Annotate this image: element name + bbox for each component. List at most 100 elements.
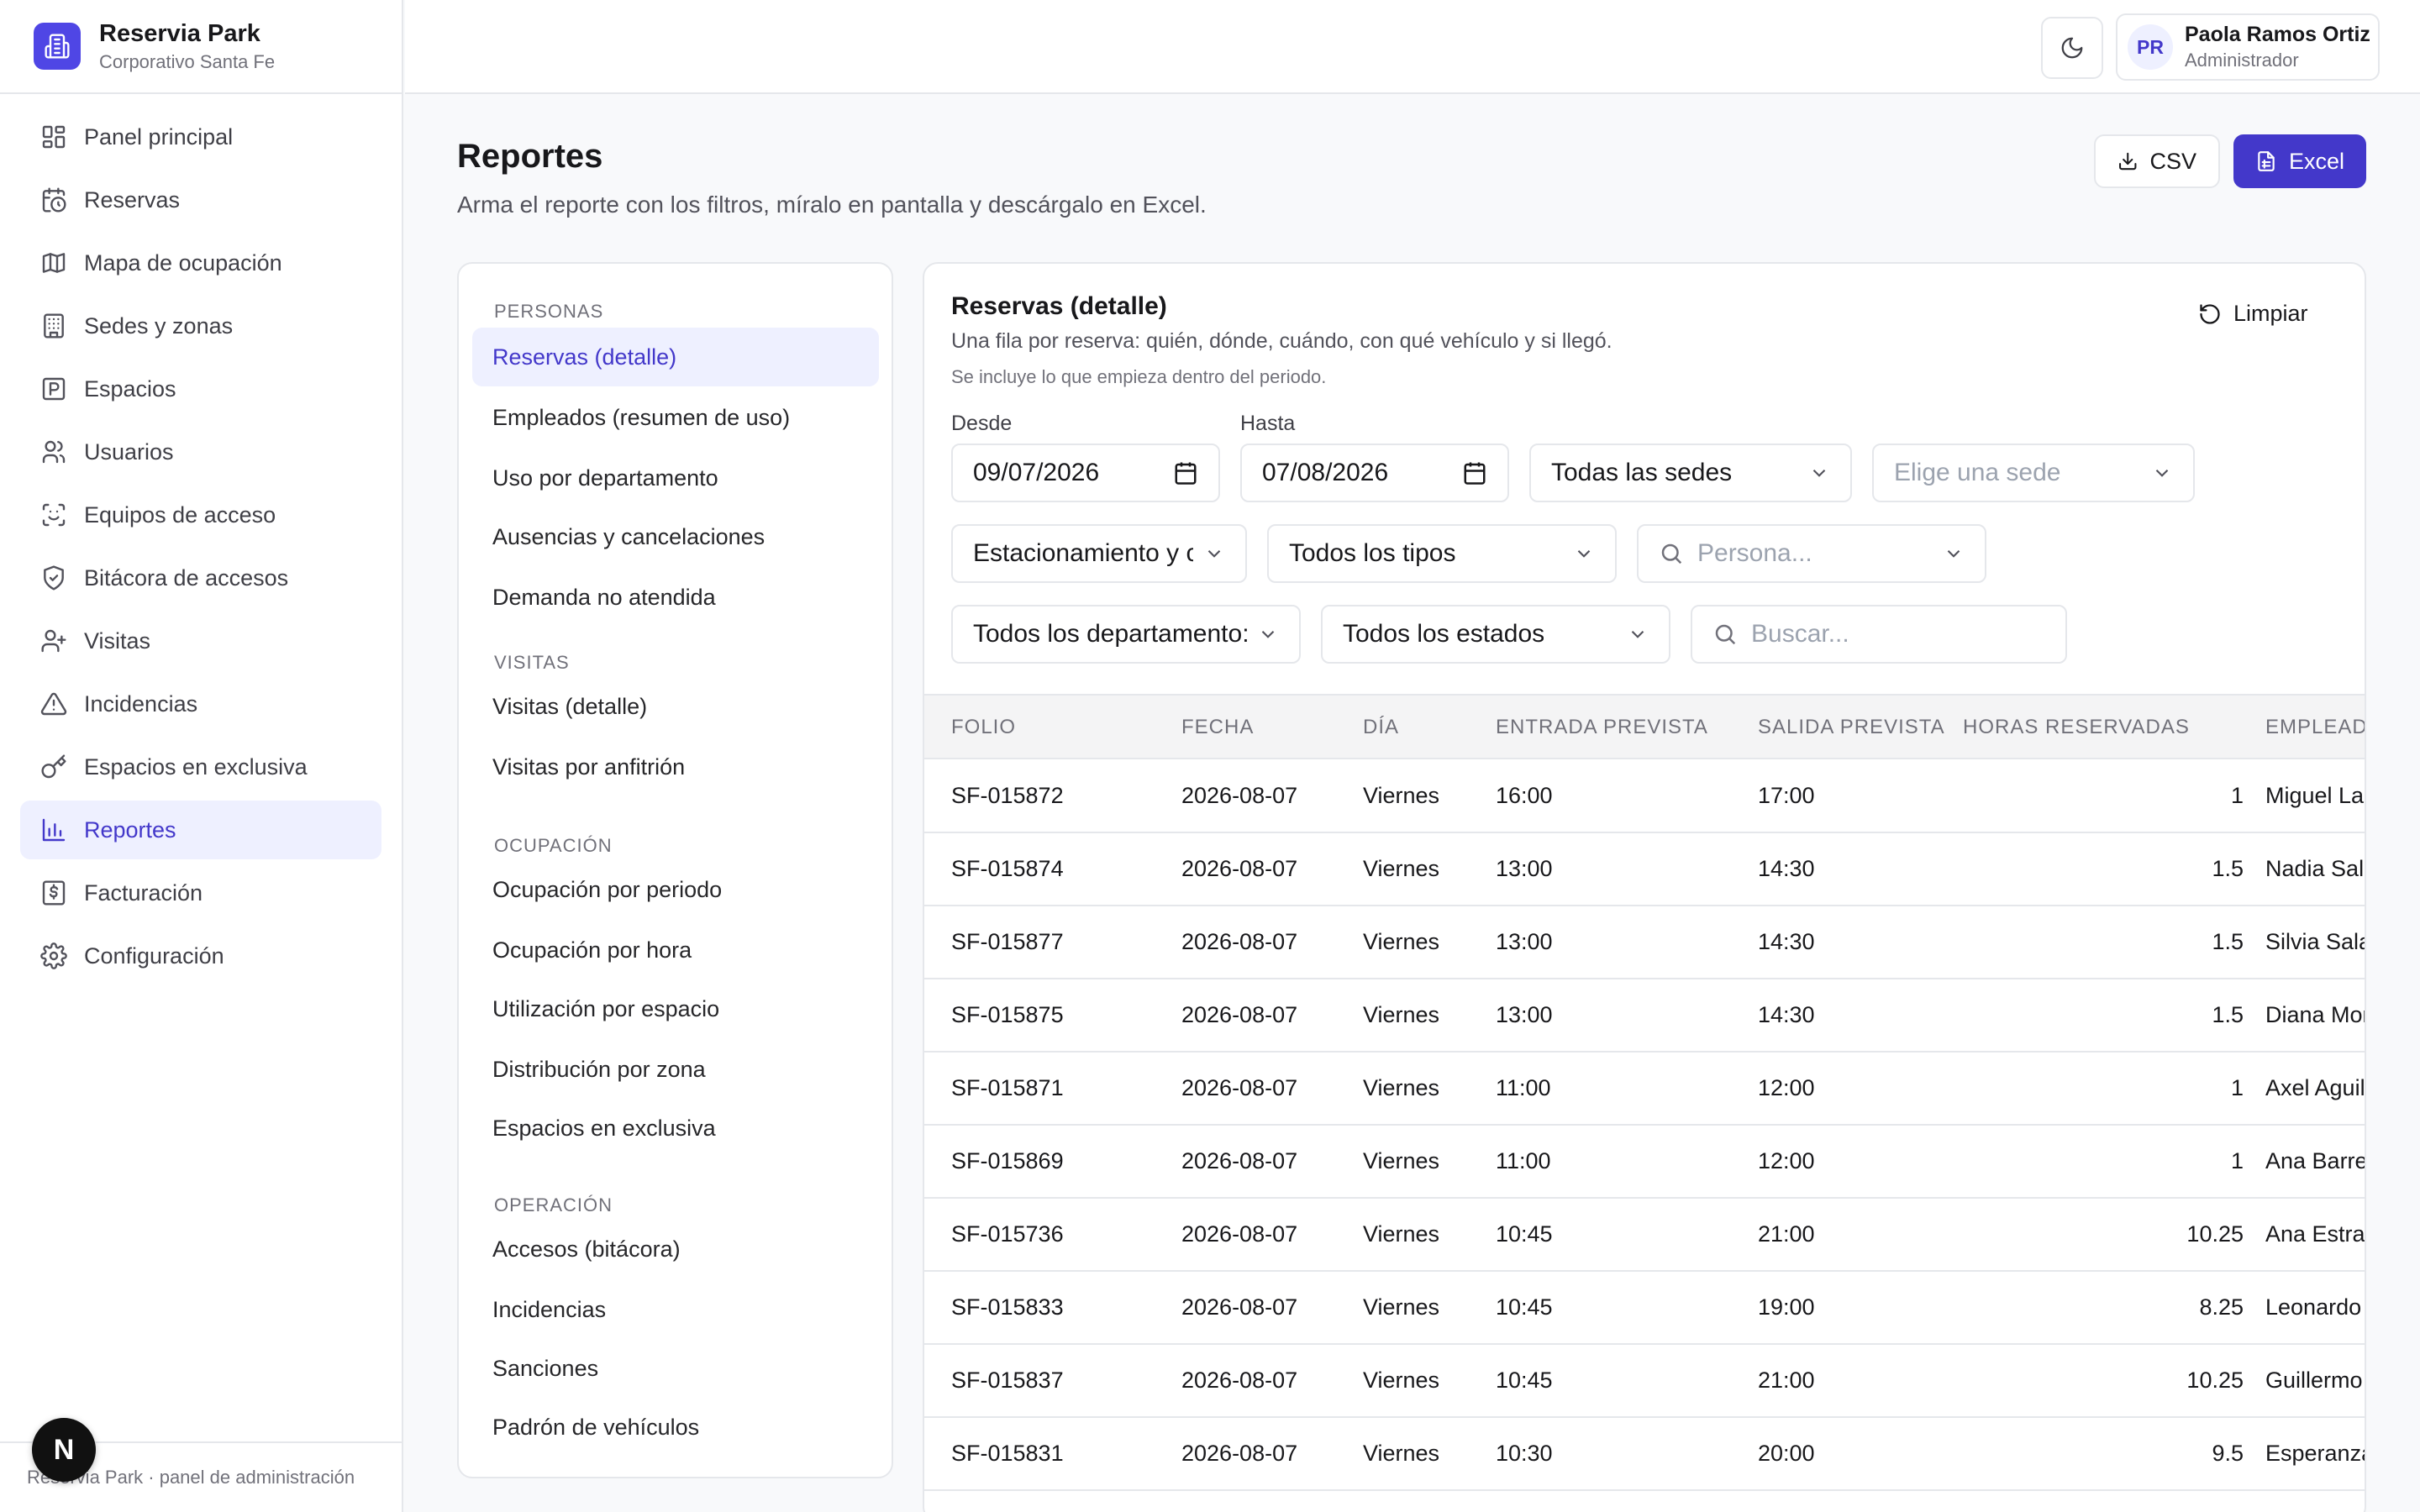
report-item[interactable]: Accesos (bitácora) xyxy=(472,1220,879,1278)
sidebar-item-espacios[interactable]: Espacios xyxy=(20,360,381,418)
report-item[interactable]: Reservas (detalle) xyxy=(472,328,879,386)
tipo-select[interactable]: Todos los tipos xyxy=(1267,524,1617,583)
sidebar-item-reportes[interactable]: Reportes xyxy=(20,801,381,859)
table-cell: 11:00 xyxy=(1496,1074,1551,1100)
sede-select[interactable]: Todas las sedes xyxy=(1529,444,1852,502)
report-item[interactable]: Sanciones xyxy=(472,1339,879,1398)
table-cell: SF-015877 xyxy=(951,928,1064,954)
table-cell: 19:00 xyxy=(1758,1294,1815,1320)
sidebar-item-label: Visitas xyxy=(84,627,151,654)
table-row[interactable]: SF-015831 2026-08-07 Viernes 10:30 20:00 9.5 E… xyxy=(924,1417,2365,1491)
receipt-icon xyxy=(42,880,66,906)
table-cell: SF-015869 xyxy=(951,1147,1064,1173)
table-cell: 17:00 xyxy=(1758,782,1815,808)
report-note: Se incluye lo que empieza dentro del per… xyxy=(951,366,1327,387)
sidebar-item-sedes-y-zonas[interactable]: Sedes y zonas xyxy=(20,297,381,355)
column-header[interactable]: FECHA xyxy=(1181,696,1254,759)
brand[interactable]: Reservia Park Corporativo Santa Fe xyxy=(0,0,402,94)
report-item[interactable]: Incidencias xyxy=(472,1280,879,1339)
report-item[interactable]: Visitas por anfitrión xyxy=(472,738,879,796)
report-item[interactable]: Padrón de vehículos xyxy=(472,1398,879,1457)
column-header[interactable]: SALIDA PREVISTA xyxy=(1758,696,1945,759)
clear-filters-button[interactable]: Limpiar xyxy=(2198,301,2308,327)
table-cell: Viernes xyxy=(1363,1221,1440,1247)
desde-value: 09/07/2026 xyxy=(973,459,1100,486)
espacio-tipo-select[interactable]: Estacionamiento y c xyxy=(951,524,1247,583)
table-row[interactable]: SF-015874 2026-08-07 Viernes 13:00 14:30 1.5 N… xyxy=(924,832,2365,906)
next-dev-badge[interactable]: N xyxy=(32,1418,96,1482)
table-cell: 10:45 xyxy=(1496,1294,1553,1320)
persona-combobox[interactable]: Persona... xyxy=(1637,524,1986,583)
table-cell: Viernes xyxy=(1363,1147,1440,1173)
report-item[interactable]: Distribución por zona xyxy=(472,1040,879,1099)
report-item[interactable]: Uso por departamento xyxy=(472,449,879,507)
column-header[interactable]: DÍA xyxy=(1363,696,1399,759)
table-row[interactable]: SF-015871 2026-08-07 Viernes 11:00 12:00 1 Axe… xyxy=(924,1052,2365,1126)
sidebar-item-facturacion[interactable]: Facturación xyxy=(20,864,381,922)
sidebar-item-configuracion[interactable]: Configuración xyxy=(20,927,381,985)
hasta-value: 07/08/2026 xyxy=(1262,459,1389,486)
column-header[interactable]: ENTRADA PREVISTA xyxy=(1496,696,1708,759)
report-item[interactable]: Demanda no atendida xyxy=(472,568,879,627)
column-header[interactable]: EMPLEAD xyxy=(2265,696,2365,759)
search-input[interactable]: Buscar... xyxy=(1691,605,2067,664)
user-menu[interactable]: PR Paola Ramos Ortiz Administrador xyxy=(2116,13,2380,81)
chevron-down-icon xyxy=(1631,630,1644,638)
scan-icon xyxy=(42,503,66,527)
table-row[interactable]: SF-015837 2026-08-07 Viernes 10:45 21:00 10.2… xyxy=(924,1344,2365,1418)
hasta-date-input[interactable]: 07/08/2026 xyxy=(1240,444,1509,502)
report-item[interactable]: Ocupación por periodo xyxy=(472,860,879,919)
report-item[interactable]: Visitas (detalle) xyxy=(472,677,879,736)
sidebar-item-reservas[interactable]: Reservas xyxy=(20,171,381,229)
table-row[interactable]: SF-015875 2026-08-07 Viernes 13:00 14:30 1.5 D… xyxy=(924,979,2366,1053)
table-cell: Viernes xyxy=(1363,1367,1440,1393)
table-cell: 1 xyxy=(2230,1147,2244,1173)
report-item[interactable]: Espacios en exclusiva xyxy=(472,1099,879,1158)
table-cell: 1 xyxy=(2230,1074,2244,1100)
table-cell: 12:00 xyxy=(1758,1147,1815,1173)
table-cell: Diana Mor xyxy=(2265,1001,2366,1027)
table-cell: 2026-08-07 xyxy=(1181,928,1298,954)
table-row[interactable]: SF-015833 2026-08-07 Viernes 10:45 19:00 8.25… xyxy=(924,1271,2365,1345)
table-row[interactable]: SF-015736 2026-08-07 Viernes 10:45 21:00 10.2… xyxy=(924,1198,2365,1272)
table-row[interactable]: SF-015872 2026-08-07 Viernes 16:00 17:00 1 Mig… xyxy=(924,759,2365,833)
bar-chart-icon xyxy=(42,818,66,842)
desde-date-input[interactable]: 09/07/2026 xyxy=(951,444,1220,502)
chevron-down-icon xyxy=(1577,549,1591,558)
table-row[interactable]: SF-015877 2026-08-07 Viernes 13:00 14:30 1.5 S… xyxy=(924,906,2365,979)
column-header[interactable]: FOLIO xyxy=(951,696,1016,759)
sidebar-item-incidencias[interactable]: Incidencias xyxy=(20,675,381,733)
report-detail-panel: Reservas (detalle) Una fila por reserva:… xyxy=(923,262,2366,1512)
departamento-select[interactable]: Todos los departamento: xyxy=(951,605,1301,664)
sidebar-item-bitacora-de-accesos[interactable]: Bitácora de accesos xyxy=(20,549,381,607)
zona-select[interactable]: Elige una sede xyxy=(1872,444,2195,502)
column-header[interactable]: HORAS RESERVADAS xyxy=(1963,696,2240,759)
table-cell: Guillermo xyxy=(2265,1367,2363,1393)
sidebar-item-usuarios[interactable]: Usuarios xyxy=(20,423,381,481)
estado-select[interactable]: Todos los estados xyxy=(1321,605,1670,664)
sidebar-item-visitas[interactable]: Visitas xyxy=(20,612,381,670)
table-cell: Ana Barre xyxy=(2265,1147,2366,1173)
clear-label: Limpiar xyxy=(2233,301,2308,326)
report-item[interactable]: Utilización por espacio xyxy=(472,979,879,1038)
sidebar-item-label: Reportes xyxy=(84,816,176,843)
table-row[interactable]: SF-015869 2026-08-07 Viernes 11:00 12:00 1 Ana… xyxy=(924,1125,2366,1199)
sidebar-item-mapa-de-ocupacion[interactable]: Mapa de ocupación xyxy=(20,234,381,292)
report-item[interactable]: Empleados (resumen de uso) xyxy=(472,388,879,447)
export-excel-button[interactable]: Excel xyxy=(2233,134,2366,188)
espacio-value: Estacionamiento y c xyxy=(973,539,1193,567)
report-item[interactable]: Ausencias y cancelaciones xyxy=(472,507,879,566)
table-cell: 1.5 xyxy=(2212,928,2244,954)
report-group-label: OPERACIÓN xyxy=(494,1194,613,1215)
table-cell: SF-015831 xyxy=(951,1440,1064,1466)
theme-toggle-button[interactable] xyxy=(2041,17,2103,79)
export-csv-button[interactable]: CSV xyxy=(2094,134,2220,188)
table-cell: 2026-08-07 xyxy=(1181,1367,1298,1393)
sidebar-item-equipos-de-acceso[interactable]: Equipos de acceso xyxy=(20,486,381,544)
report-item[interactable]: Ocupación por hora xyxy=(472,921,879,979)
sidebar-item-panel-principal[interactable]: Panel principal xyxy=(20,108,381,166)
building-icon xyxy=(44,313,64,339)
chevron-down-icon xyxy=(2155,469,2169,477)
sidebar-item-espacios-en-exclusiva[interactable]: Espacios en exclusiva xyxy=(20,738,381,796)
report-group-label: VISITAS xyxy=(494,652,570,673)
